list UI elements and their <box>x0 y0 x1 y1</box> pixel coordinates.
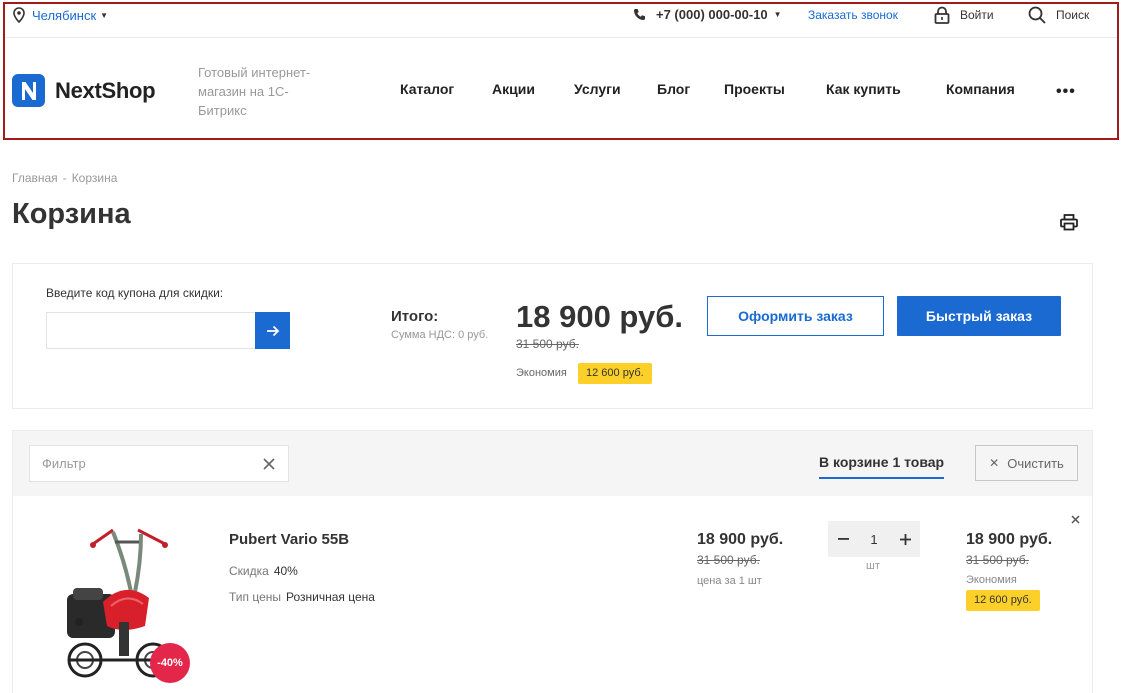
divider <box>5 37 1117 38</box>
total-price: 18 900 руб. <box>516 299 683 334</box>
quantity-stepper: 1 <box>828 521 920 557</box>
order-summary: Введите код купона для скидки: Итого: Су… <box>12 263 1093 409</box>
page-title: Корзина <box>12 198 131 230</box>
close-icon[interactable] <box>1071 511 1080 527</box>
sum-economy-badge: 12 600 руб. <box>966 590 1040 611</box>
nav-item-how-to-buy[interactable]: Как купить <box>826 81 901 97</box>
filter-input[interactable]: Фильтр <box>29 445 289 482</box>
nav-item-blog[interactable]: Блог <box>657 81 690 97</box>
nav-item-projects[interactable]: Проекты <box>724 81 785 97</box>
search-icon <box>1028 6 1046 24</box>
basket-item: -40% Pubert Vario 55B Скидка 40% Тип цен… <box>13 497 1092 693</box>
chevron-down-icon: ▼ <box>100 10 109 20</box>
close-icon: ✕ <box>989 456 1000 470</box>
discount-badge: -40% <box>150 643 190 683</box>
basket-toolbar: Фильтр В корзине 1 товар ✕ Очистить <box>13 431 1092 496</box>
city-label: Челябинск <box>32 7 97 23</box>
checkout-button[interactable]: Оформить заказ <box>707 296 884 336</box>
print-icon[interactable] <box>1060 214 1078 236</box>
prop-label: Скидка <box>229 564 269 578</box>
basket: Фильтр В корзине 1 товар ✕ Очистить -40%… <box>12 430 1093 693</box>
economy-badge: 12 600 руб. <box>578 363 652 384</box>
total-old-price: 31 500 руб. <box>516 337 579 351</box>
coupon-apply-button[interactable] <box>255 312 290 349</box>
breadcrumb-separator: - <box>62 171 67 185</box>
close-icon[interactable] <box>250 446 288 481</box>
unit-price: 18 900 руб. <box>697 531 784 548</box>
search-label: Поиск <box>1056 8 1090 22</box>
product-name[interactable]: Pubert Vario 55B <box>229 531 349 548</box>
chevron-down-icon: ▼ <box>773 10 782 19</box>
nav-item-services[interactable]: Услуги <box>574 81 621 97</box>
city-selector[interactable]: Челябинск ▼ <box>12 7 108 23</box>
phone-selector[interactable]: +7 (000) 000-00-10 ▼ <box>633 7 782 22</box>
login-label: Войти <box>960 8 994 22</box>
unit-old-price: 31 500 руб. <box>697 553 760 567</box>
breadcrumb-home[interactable]: Главная <box>12 171 58 185</box>
search-button[interactable]: Поиск <box>1028 6 1089 24</box>
product-prop-price-type: Тип цены Розничная цена <box>229 590 375 604</box>
breadcrumb: Главная - Корзина <box>12 171 117 185</box>
prop-label: Тип цены <box>229 590 282 604</box>
lock-icon <box>934 6 950 24</box>
sum-price: 18 900 руб. <box>966 531 1053 548</box>
quick-order-button[interactable]: Быстрый заказ <box>897 296 1061 336</box>
clear-label: Очистить <box>1007 455 1064 471</box>
main-nav: Каталог Акции Услуги Блог Проекты Как ку… <box>0 81 1127 101</box>
phone-icon <box>634 9 645 20</box>
total-label: Итого: <box>391 308 439 325</box>
callback-link[interactable]: Заказать звонок <box>808 8 898 22</box>
nav-item-promotions[interactable]: Акции <box>492 81 535 97</box>
minus-icon[interactable] <box>828 521 858 557</box>
filter-placeholder: Фильтр <box>42 456 86 471</box>
login-button[interactable]: Войти <box>934 6 994 24</box>
coupon-input[interactable] <box>46 312 256 349</box>
nav-more-icon[interactable]: ••• <box>1056 83 1076 101</box>
prop-value: 40% <box>273 564 298 578</box>
nav-item-catalog[interactable]: Каталог <box>400 81 454 97</box>
clear-basket-button[interactable]: ✕ Очистить <box>975 445 1078 481</box>
arrow-right-icon <box>266 325 279 336</box>
top-bar: Челябинск ▼ +7 (000) 000-00-10 ▼ Заказат… <box>0 0 1127 36</box>
coupon-label: Введите код купона для скидки: <box>46 286 224 300</box>
economy-label: Экономия <box>516 367 567 379</box>
tab-basket-count[interactable]: В корзине 1 товар <box>819 454 945 479</box>
plus-icon[interactable] <box>890 521 920 557</box>
quantity-unit: шт <box>866 560 880 572</box>
phone-number: +7 (000) 000-00-10 <box>656 7 768 22</box>
prop-value: Розничная цена <box>286 590 375 604</box>
vat-label: Сумма НДС: 0 руб. <box>391 329 489 341</box>
sum-economy-label: Экономия <box>966 574 1017 586</box>
nav-item-company[interactable]: Компания <box>946 81 1015 97</box>
product-prop-discount: Скидка 40% <box>229 564 298 578</box>
quantity-value[interactable]: 1 <box>858 532 890 547</box>
unit-price-note: цена за 1 шт <box>697 575 762 587</box>
location-pin-icon <box>13 7 25 23</box>
sum-old-price: 31 500 руб. <box>966 553 1029 567</box>
breadcrumb-current: Корзина <box>71 171 118 185</box>
